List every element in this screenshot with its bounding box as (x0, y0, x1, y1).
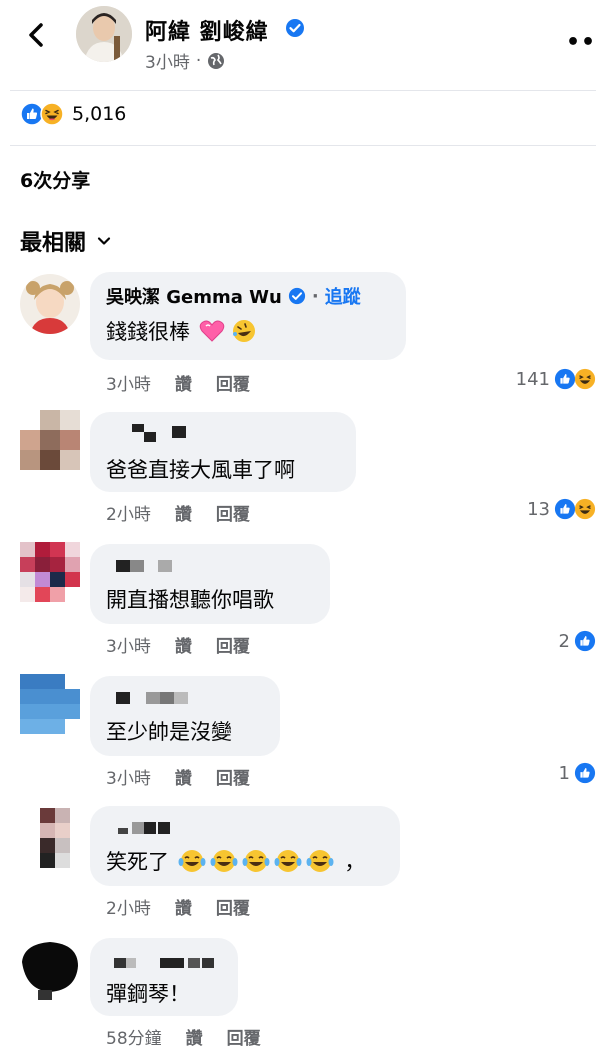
follow-button[interactable]: 追蹤 (325, 283, 361, 309)
like-button[interactable]: 讚 (175, 764, 192, 789)
post-header: 阿緯 劉峻緯 3小時 · ••• (0, 0, 596, 90)
comment-sort-dropdown[interactable]: 最相關 (20, 225, 112, 257)
comment-reaction-summary[interactable]: 13 (527, 498, 596, 520)
name-separator: · (311, 285, 319, 307)
comment-time[interactable]: 2小時 (106, 500, 151, 525)
reply-button[interactable]: 回覆 (216, 500, 250, 525)
rofl-emoji-icon (233, 320, 256, 342)
commenter-avatar[interactable] (20, 274, 80, 334)
redacted-name (118, 822, 170, 834)
chevron-down-icon (97, 237, 111, 245)
comment-bubble[interactable]: 至少帥是沒變 (90, 676, 280, 756)
comment-actions: 3小時 讚 回覆 (106, 764, 250, 789)
comment-actions: 3小時 讚 回覆 (106, 632, 250, 657)
commenter-avatar[interactable] (20, 808, 80, 868)
commenter-avatar[interactable] (20, 542, 80, 602)
comment-reaction-count: 2 (558, 630, 570, 652)
reply-button[interactable]: 回覆 (227, 1024, 261, 1049)
commenter-name[interactable]: 吳映潔 Gemma Wu (106, 283, 282, 309)
verified-badge-icon (286, 19, 304, 37)
like-button[interactable]: 讚 (186, 1024, 203, 1049)
comment-bubble[interactable]: 彈鋼琴！ (90, 938, 238, 1016)
redacted-name (116, 560, 172, 572)
comment-actions: 3小時 讚 回覆 (106, 370, 250, 395)
author-name[interactable]: 阿緯 劉峻緯 (145, 14, 269, 46)
sort-label: 最相關 (20, 231, 87, 256)
comment-text: 笑死了 ， (106, 846, 384, 876)
reaction-summary[interactable]: 5,016 (20, 102, 126, 126)
haha-reaction-icon (40, 102, 64, 126)
more-options-icon[interactable]: ••• (566, 30, 596, 55)
post-time[interactable]: 3小時 (145, 48, 190, 73)
comment-text: 錢錢很棒 (106, 316, 390, 346)
reply-button[interactable]: 回覆 (216, 632, 250, 657)
like-button[interactable]: 讚 (175, 500, 192, 525)
comment-text: 彈鋼琴！ (106, 982, 190, 1006)
post-meta: 3小時 · (145, 48, 225, 73)
share-count[interactable]: 6次分享 (20, 166, 90, 193)
tears-of-joy-emoji-icon (178, 850, 206, 872)
comment-text: 爸爸直接大風車了啊 (106, 458, 295, 482)
comment-time[interactable]: 58分鐘 (106, 1024, 162, 1049)
meta-separator: · (195, 50, 202, 71)
globe-icon (208, 52, 225, 69)
reaction-count: 5,016 (72, 103, 127, 125)
like-button[interactable]: 讚 (175, 370, 192, 395)
commenter-avatar[interactable] (20, 410, 80, 470)
tears-of-joy-emoji-icon (242, 850, 270, 872)
haha-reaction-icon (574, 368, 596, 390)
comment-text: 開直播想聽你唱歌 (106, 588, 274, 612)
like-reaction-icon (574, 630, 596, 652)
tears-of-joy-emoji-icon (306, 850, 334, 872)
divider (10, 90, 596, 91)
redacted-name (116, 692, 188, 704)
comment-text-body: 錢錢很棒 (106, 320, 190, 344)
comment-time[interactable]: 3小時 (106, 632, 151, 657)
comment-time[interactable]: 3小時 (106, 370, 151, 395)
divider (10, 145, 596, 146)
verified-badge-icon (288, 287, 305, 305)
comment-reaction-count: 1 (558, 762, 570, 784)
author-avatar[interactable] (76, 6, 132, 62)
laughing-emoji-row (178, 849, 334, 873)
like-button[interactable]: 讚 (175, 894, 192, 919)
comment-reaction-summary[interactable]: 141 (516, 368, 596, 390)
comment-reaction-count: 13 (527, 498, 550, 520)
like-reaction-icon (574, 762, 596, 784)
comment-bubble[interactable]: 吳映潔 Gemma Wu · 追蹤 錢錢很棒 (90, 272, 406, 360)
like-reaction-icon (554, 498, 576, 520)
comment-actions: 2小時 讚 回覆 (106, 500, 250, 525)
tears-of-joy-emoji-icon (210, 850, 238, 872)
pink-heart-icon (199, 320, 224, 342)
comment-reaction-summary[interactable]: 1 (559, 762, 596, 784)
comment-text-suffix: ， (344, 850, 366, 874)
haha-reaction-icon (574, 498, 596, 520)
comment-actions: 2小時 讚 回覆 (106, 894, 250, 919)
like-button[interactable]: 讚 (175, 632, 192, 657)
comment-reaction-count: 141 (515, 368, 550, 390)
comment-reaction-summary[interactable]: 2 (559, 630, 596, 652)
commenter-avatar[interactable] (20, 940, 80, 1000)
redacted-name (132, 424, 186, 442)
comment-actions: 58分鐘 讚 回覆 (106, 1024, 261, 1049)
back-arrow-icon[interactable] (22, 20, 52, 50)
reply-button[interactable]: 回覆 (216, 894, 250, 919)
reply-button[interactable]: 回覆 (216, 764, 250, 789)
tears-of-joy-emoji-icon (274, 850, 302, 872)
commenter-avatar[interactable] (20, 674, 80, 734)
comment-bubble[interactable]: 爸爸直接大風車了啊 (90, 412, 356, 492)
reply-button[interactable]: 回覆 (216, 370, 250, 395)
comment-bubble[interactable]: 笑死了 ， (90, 806, 400, 886)
like-reaction-icon (554, 368, 576, 390)
commenter-name-row: 吳映潔 Gemma Wu · 追蹤 (106, 283, 390, 309)
comment-time[interactable]: 2小時 (106, 894, 151, 919)
redacted-name (114, 958, 214, 968)
comment-text: 至少帥是沒變 (106, 720, 232, 744)
comment-time[interactable]: 3小時 (106, 764, 151, 789)
comment-bubble[interactable]: 開直播想聽你唱歌 (90, 544, 330, 624)
comment-text-body: 笑死了 (106, 850, 169, 874)
